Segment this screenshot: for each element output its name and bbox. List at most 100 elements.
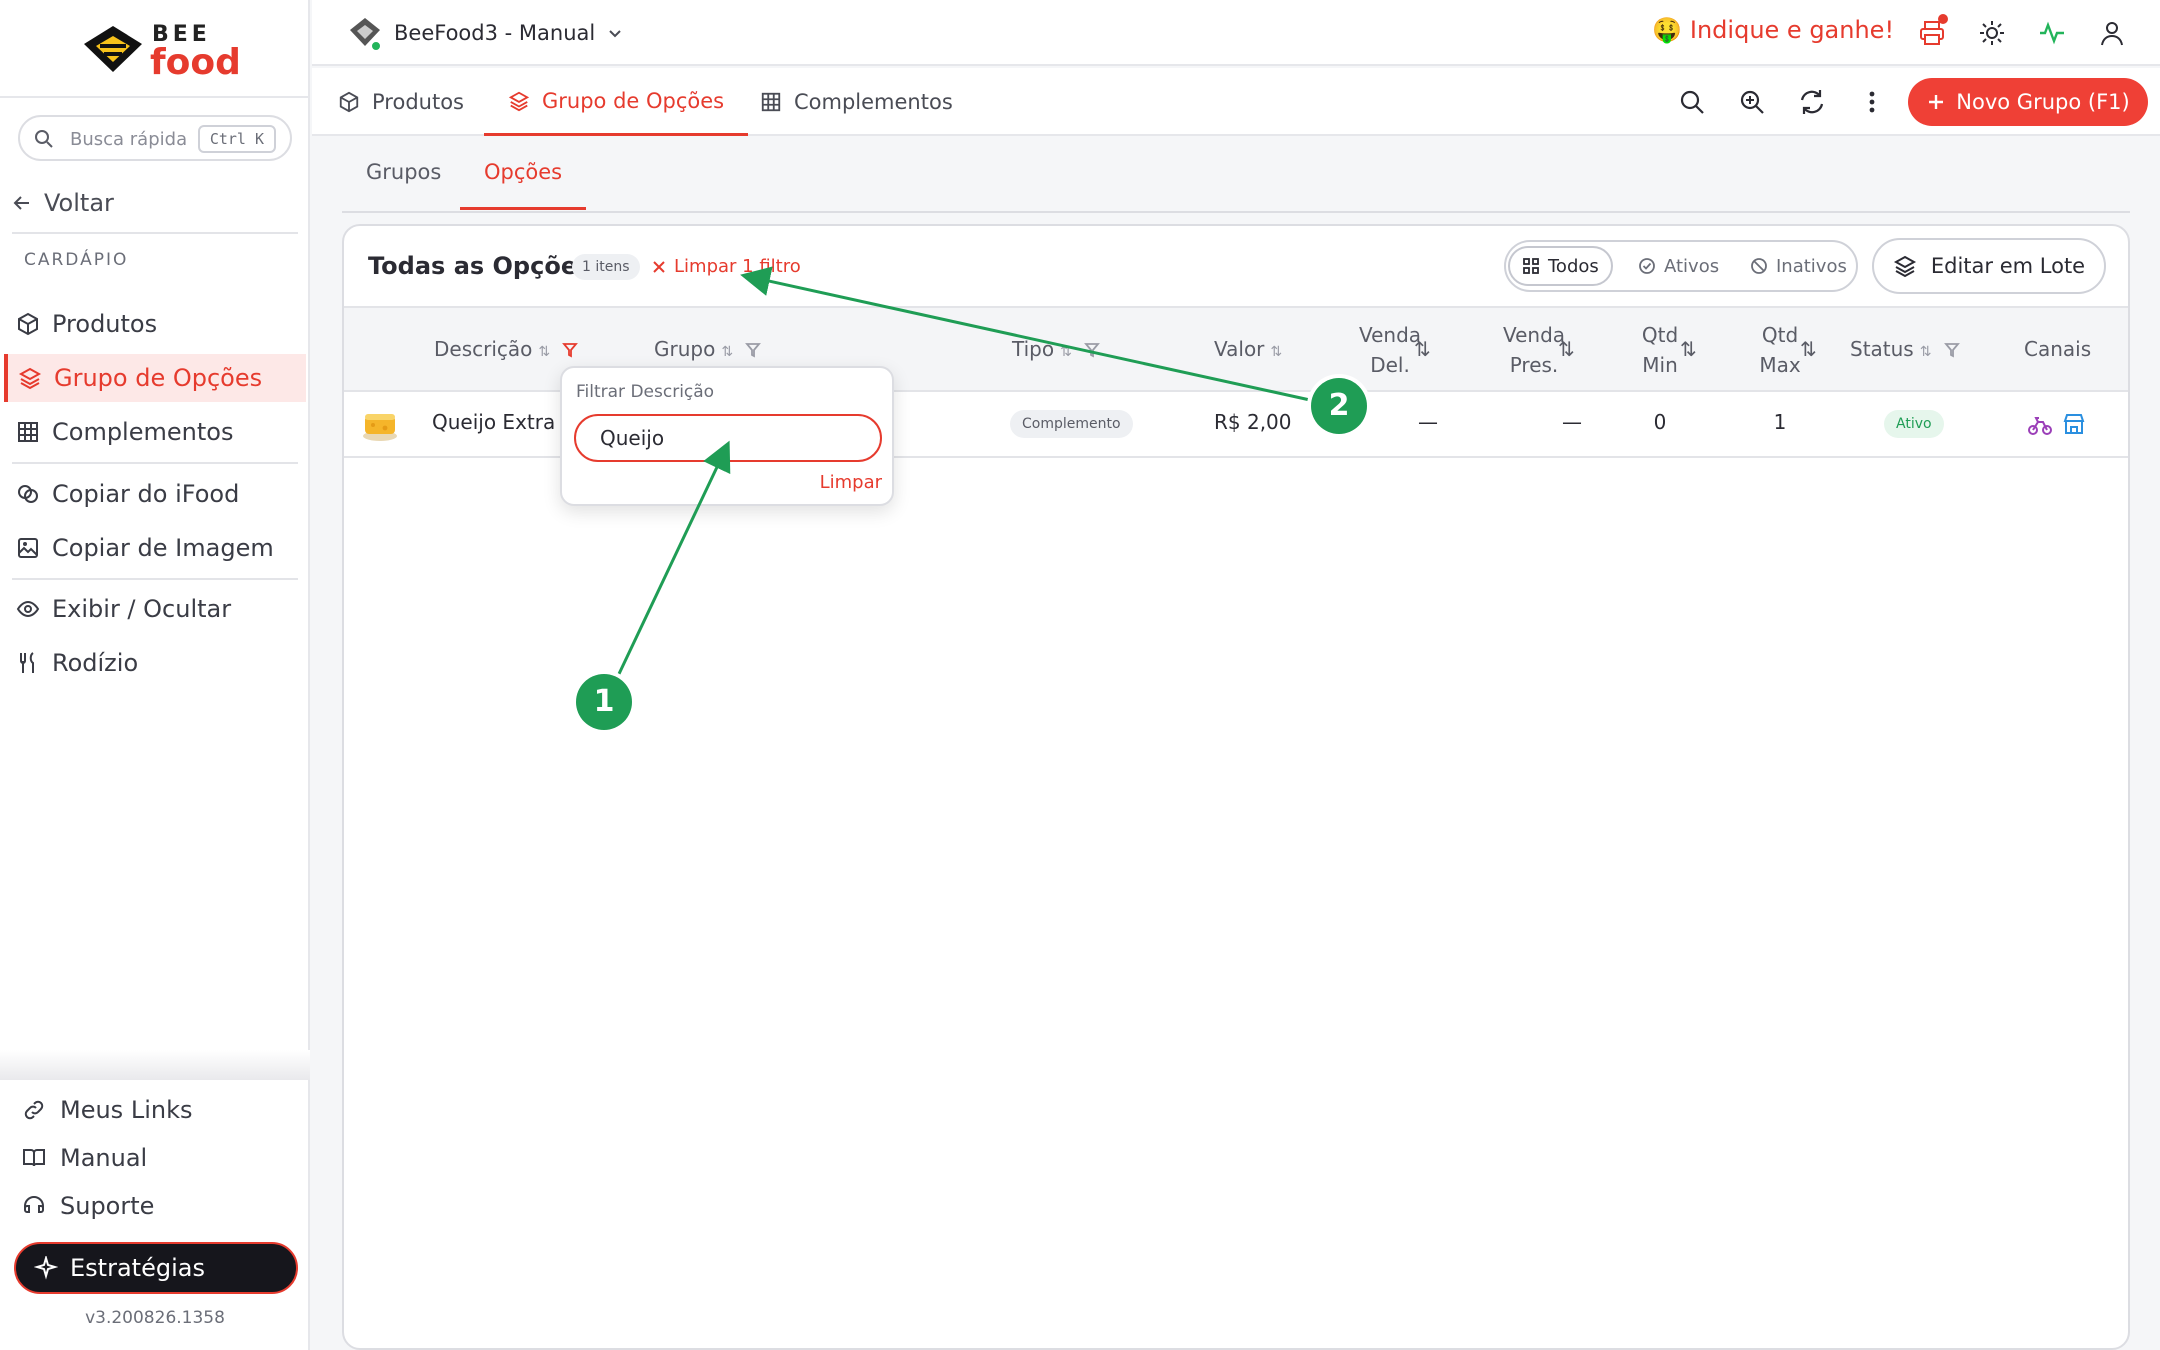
segment-ativos[interactable]: Ativos <box>1626 246 1731 286</box>
sort-icon[interactable]: ⇅ <box>1558 334 1575 364</box>
back-button[interactable]: Voltar <box>12 188 114 218</box>
new-group-label: Novo Grupo (F1) <box>1956 90 2130 114</box>
filter-icon[interactable] <box>1943 342 1960 358</box>
sidebar-item-grupo-de-opcoes[interactable]: Grupo de Opções <box>4 354 306 402</box>
tab-produtos[interactable]: Produtos <box>338 68 472 136</box>
column-header-venda-pres[interactable]: Venda Pres. <box>1474 320 1594 380</box>
type-badge: Complemento <box>1010 410 1133 438</box>
sidebar-item-complementos[interactable]: Complementos <box>4 408 306 456</box>
quick-search-input[interactable]: Busca rápida Ctrl K <box>18 115 292 161</box>
store-name: BeeFood3 - Manual <box>394 21 596 45</box>
sidebar-item-produtos[interactable]: Produtos <box>4 300 306 348</box>
zoom-in-icon[interactable] <box>1738 88 1766 116</box>
cell-descricao: Queijo Extra <box>432 410 556 434</box>
tab-grupo-de-opcoes[interactable]: Grupo de Opções <box>484 68 749 136</box>
column-header-label: Descrição <box>434 337 533 361</box>
clear-filter-link[interactable]: Limpar 1 filtro <box>652 256 801 277</box>
segment-label: Inativos <box>1776 255 1847 277</box>
sidebar-item-label: Rodízio <box>52 649 139 677</box>
book-icon <box>23 1149 45 1167</box>
segment-inativos[interactable]: Inativos <box>1738 246 1859 286</box>
refresh-icon[interactable] <box>1798 88 1826 116</box>
cell-qtd-max: 1 <box>1773 410 1787 434</box>
app-version: v3.200826.1358 <box>85 1308 225 1328</box>
cell-qtd-min: 0 <box>1653 410 1667 434</box>
sort-icon: ⇅ <box>721 344 734 360</box>
card-title: Todas as Opções <box>368 252 592 280</box>
notification-dot <box>1938 14 1948 24</box>
back-label: Voltar <box>44 189 114 217</box>
user-icon[interactable] <box>2098 19 2126 47</box>
close-icon <box>653 260 665 273</box>
eye-icon <box>16 600 40 618</box>
filter-icon[interactable] <box>745 342 762 358</box>
batch-edit-label: Editar em Lote <box>1930 254 2086 278</box>
batch-edit-button[interactable]: Editar em Lote <box>1872 238 2106 294</box>
sort-icon[interactable]: ⇅ <box>1414 334 1431 364</box>
column-header-venda-del[interactable]: Venda Del. <box>1330 320 1450 380</box>
clear-filter-label: Limpar 1 filtro <box>674 256 801 277</box>
refer-link[interactable]: 🤑 Indique e ganhe! <box>1652 16 1894 44</box>
headset-icon <box>24 1196 44 1213</box>
layers-icon <box>1893 255 1916 278</box>
sort-icon[interactable]: ⇅ <box>1800 334 1817 364</box>
column-header-grupo[interactable]: Grupo ⇅ <box>654 334 762 367</box>
segment-todos[interactable]: Todos <box>1508 246 1613 286</box>
sidebar-item-manual[interactable]: Manual <box>22 1138 147 1178</box>
sidebar-item-label: Manual <box>60 1144 148 1172</box>
filter-clear-link[interactable]: Limpar <box>820 472 882 493</box>
sidebar-item-meus-links[interactable]: Meus Links <box>22 1090 192 1130</box>
column-header-canais: Canais <box>2024 337 2092 361</box>
sidebar-item-rodizio[interactable]: Rodízio <box>4 639 306 687</box>
tab-label: Grupo de Opções <box>542 88 725 113</box>
tab-label: Complementos <box>794 90 953 114</box>
sidebar-fade <box>0 1050 310 1080</box>
sort-icon: ⇅ <box>1060 344 1072 360</box>
tab-complementos[interactable]: Complementos <box>760 68 953 136</box>
new-group-button[interactable]: Novo Grupo (F1) <box>1908 78 2148 126</box>
filter-icon[interactable] <box>562 342 579 358</box>
sidebar-item-exibir-ocultar[interactable]: Exibir / Ocultar <box>4 585 306 633</box>
sort-icon: ⇅ <box>1270 344 1283 360</box>
sidebar-item-copiar-ifood[interactable]: Copiar do iFood <box>4 470 306 518</box>
column-header-descricao[interactable]: Descrição ⇅ <box>434 334 579 367</box>
sidebar-item-label: Grupo de Opções <box>54 364 263 392</box>
sidebar-item-copiar-imagem[interactable]: Copiar de Imagem <box>4 524 306 572</box>
column-header-tipo[interactable]: Tipo ⇅ <box>1012 334 1101 367</box>
arrow-left-icon <box>13 196 29 210</box>
subtab-divider <box>342 211 2130 213</box>
quick-search-placeholder: Busca rápida <box>70 129 188 150</box>
grid-icon <box>761 92 781 112</box>
check-circle-icon <box>1639 258 1655 274</box>
column-header-label: Valor <box>1214 337 1265 361</box>
store-selector[interactable]: BeeFood3 - Manual <box>348 16 623 52</box>
sidebar-item-label: Suporte <box>60 1192 155 1220</box>
sun-icon[interactable] <box>1978 19 2006 47</box>
logo-food-text: food <box>150 42 241 83</box>
filter-description-input[interactable] <box>574 414 882 462</box>
segment-label: Todos <box>1548 255 1599 277</box>
divider <box>0 96 310 98</box>
strategies-button[interactable]: Estratégias <box>14 1242 298 1294</box>
image-edit-icon <box>18 538 38 558</box>
more-vertical-icon[interactable] <box>1858 88 1886 116</box>
refer-label: Indique e ganhe! <box>1689 16 1895 44</box>
cell-venda-del: — <box>1418 410 1438 434</box>
column-header-valor[interactable]: Valor ⇅ <box>1214 334 1282 367</box>
beefood-logo[interactable]: BEE food <box>80 20 241 83</box>
subtab-opcoes[interactable]: Opções <box>460 160 587 210</box>
filter-label: Filtrar Descrição <box>576 382 715 402</box>
column-header-status[interactable]: Status ⇅ <box>1850 334 1960 367</box>
filter-icon[interactable] <box>1084 342 1101 358</box>
column-header-label: Status <box>1850 337 1914 361</box>
sort-icon: ⇅ <box>1919 344 1932 360</box>
search-icon[interactable] <box>1678 88 1706 116</box>
segment-label: Ativos <box>1664 255 1720 277</box>
tab-bar: Produtos Grupo de Opções Complementos No… <box>312 68 2160 136</box>
sort-icon[interactable]: ⇅ <box>1680 334 1697 364</box>
column-header-label: Tipo <box>1012 337 1055 361</box>
activity-icon[interactable] <box>2038 19 2066 47</box>
subtab-grupos[interactable]: Grupos <box>366 160 441 210</box>
layers-icon <box>18 367 42 390</box>
sidebar-item-suporte[interactable]: Suporte <box>22 1186 154 1226</box>
